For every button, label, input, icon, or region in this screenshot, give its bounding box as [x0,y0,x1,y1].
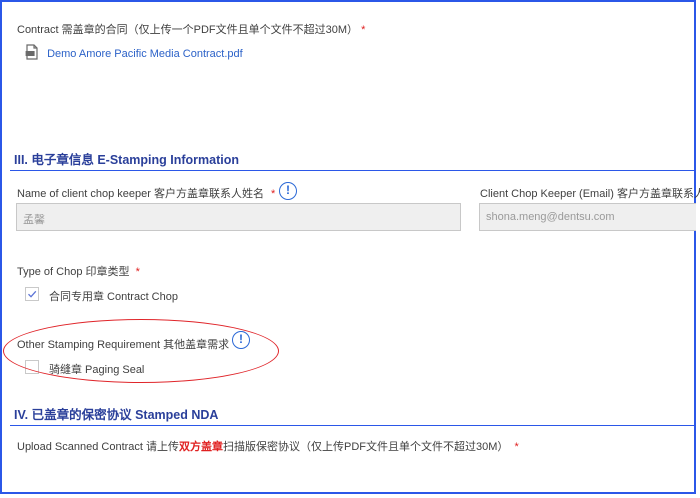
info-icon[interactable]: ! [279,182,297,200]
client-chop-keeper-email-label: Client Chop Keeper (Email) 客户方盖章联系人 [480,188,700,200]
section-3-title: III. 电子章信息 E-Stamping Information [14,153,240,167]
upload-label-highlight: 双方盖章 [179,441,224,453]
type-of-chop-text: Type of Chop 印章类型 [17,266,130,278]
required-mark: * [135,266,140,278]
type-of-chop-label: Type of Chop 印章类型 * [17,263,140,279]
upload-scanned-contract-label: Upload Scanned Contract 请上传双方盖章扫描版保密协议（仅… [17,438,519,454]
client-chop-keeper-name-text: Name of client chop keeper 客户方盖章联系人姓名 [17,188,264,200]
client-chop-keeper-name-input[interactable]: 孟馨 [16,203,461,231]
contract-field-label: Contract 需盖章的合同（仅上传一个PDF文件且单个文件不超过30M） * [17,21,365,37]
pdf-file-icon [25,44,39,63]
section-3-divider [10,170,696,171]
required-mark: * [514,441,519,453]
required-mark: * [271,188,276,200]
contract-chop-option-label: 合同专用章 Contract Chop [49,291,178,303]
contract-file-item[interactable]: Demo Amore Pacific Media Contract.pdf [25,44,243,63]
section-4-title: IV. 已盖章的保密协议 Stamped NDA [14,408,219,422]
required-mark: * [361,24,366,36]
contract-file-link[interactable]: Demo Amore Pacific Media Contract.pdf [47,48,243,60]
section-4-divider [10,425,696,426]
contract-label-text: Contract 需盖章的合同（仅上传一个PDF文件且单个文件不超过30M） [17,24,359,36]
annotation-circle [3,319,279,383]
client-chop-keeper-email-input[interactable]: shona.meng@dentsu.com [479,203,696,231]
checkmark-icon [28,290,37,298]
upload-label-suffix: 扫描版保密协议（仅上传PDF文件且单个文件不超过30M） [223,441,509,453]
contract-chop-checkbox[interactable] [25,287,39,301]
client-chop-keeper-name-label: Name of client chop keeper 客户方盖章联系人姓名 * [17,185,275,201]
upload-label-prefix: Upload Scanned Contract 请上传 [17,441,180,453]
